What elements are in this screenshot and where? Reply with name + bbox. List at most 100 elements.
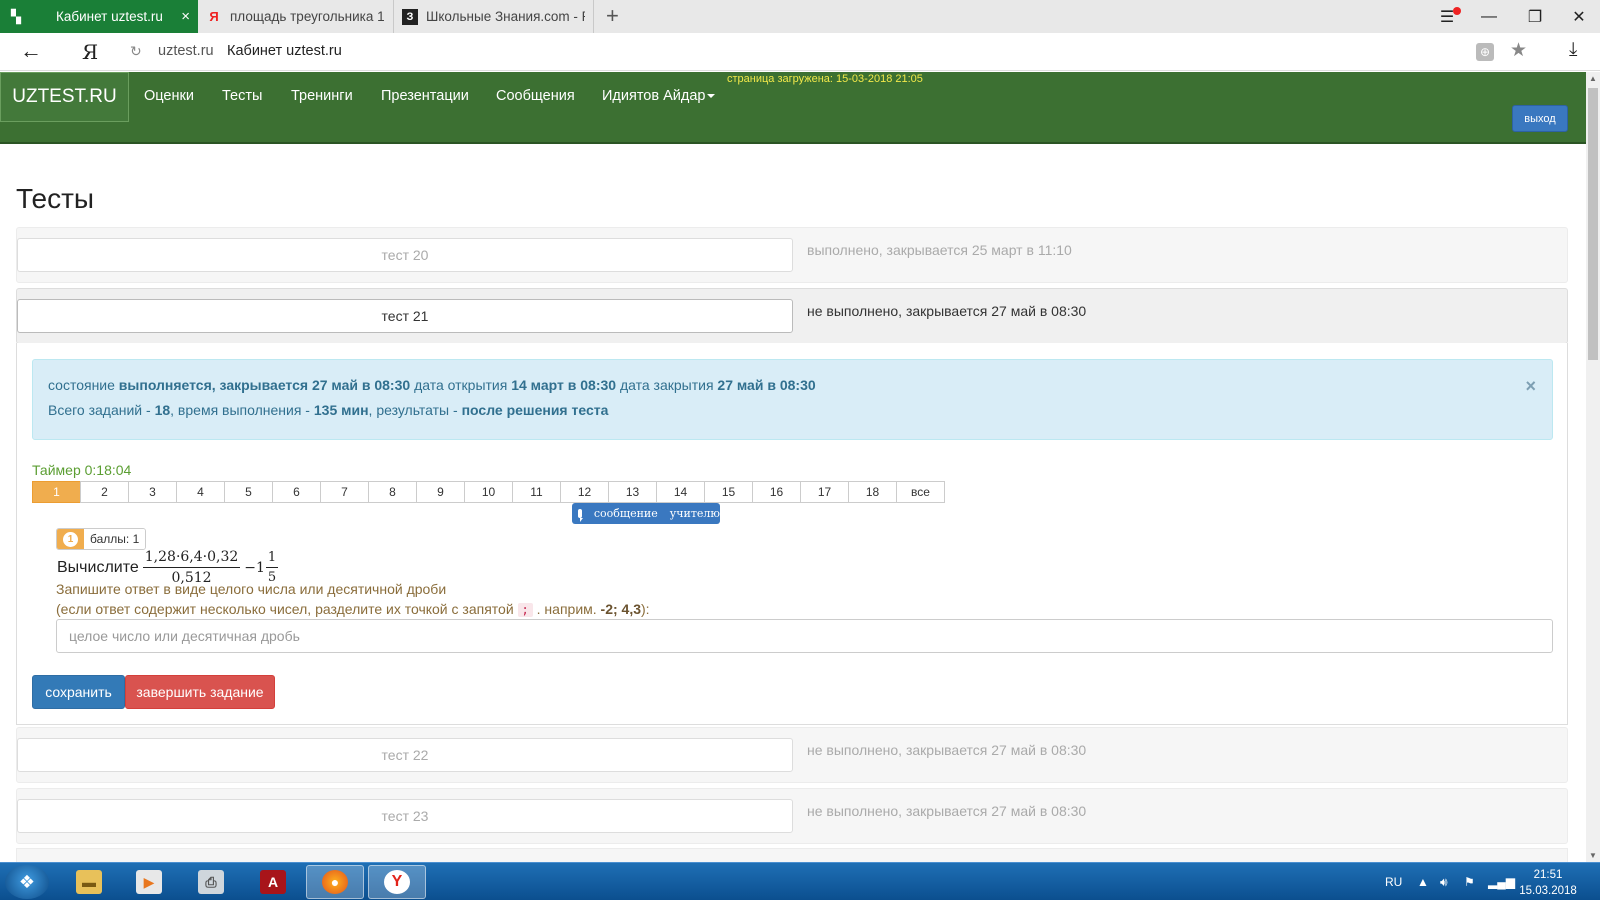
pager-item[interactable]: 7	[320, 481, 369, 503]
new-tab-button[interactable]: +	[606, 3, 619, 29]
close-icon[interactable]: ×	[181, 8, 190, 25]
state-value: выполняется, закрывается 27 май в 08:30	[118, 377, 411, 393]
hint-text: (если ответ содержит несколько чисел, ра…	[56, 601, 514, 617]
close-icon[interactable]: ×	[1525, 376, 1536, 397]
test-row-21: тест 21 не выполнено, закрывается 27 май…	[16, 288, 1568, 344]
yandex-home-icon[interactable]: Я	[82, 40, 98, 64]
url-host[interactable]: uztest.ru	[158, 43, 214, 59]
pager-item[interactable]: 17	[800, 481, 849, 503]
answer-hint-2: (если ответ содержит несколько чисел, ра…	[56, 601, 650, 617]
taskbar-yandex-browser[interactable]: Y	[368, 865, 426, 899]
url-page-title[interactable]: Кабинет uztest.ru	[227, 43, 342, 59]
volume-icon[interactable]: 🔊︎	[1440, 875, 1448, 890]
vertical-scrollbar[interactable]: ▲ ▼	[1586, 72, 1600, 862]
browser-menu-icon[interactable]: ☰	[1424, 0, 1470, 33]
taskbar-media-player[interactable]: ▶	[120, 865, 178, 899]
start-button-icon[interactable]: ❖	[5, 865, 49, 899]
nav-user-menu[interactable]: Идиятов Айдар	[602, 88, 716, 104]
reload-icon[interactable]: ↻	[130, 43, 142, 60]
scrollbar-thumb[interactable]	[1588, 88, 1598, 360]
pager-item[interactable]: 3	[128, 481, 177, 503]
question-number-badge: 1	[57, 529, 84, 549]
finish-task-button[interactable]: завершить задание	[125, 675, 275, 709]
results-value: после решения теста	[461, 402, 609, 418]
tab-uztest[interactable]: ▚ Кабинет uztest.ru ×	[0, 0, 198, 33]
hint-text: ):	[641, 601, 650, 617]
pager-item[interactable]: 10	[464, 481, 513, 503]
page-title: Тесты	[16, 183, 95, 214]
media-player-icon: ▶	[136, 870, 162, 894]
clock-date: 15.03.2018	[1519, 885, 1577, 897]
user-name: Идиятов Айдар	[602, 88, 706, 104]
bookmark-star-icon[interactable]: ★	[1510, 39, 1527, 62]
test-button[interactable]: тест 21	[17, 299, 793, 333]
question-prompt: Вычислите	[57, 558, 139, 576]
brand-logo[interactable]: UZTEST.RU	[0, 72, 129, 122]
nav-grades[interactable]: Оценки	[144, 88, 194, 104]
chat-bubble-icon	[578, 509, 583, 522]
open-value: 14 март в 08:30	[511, 377, 617, 393]
restore-icon[interactable]: ❐	[1512, 0, 1558, 33]
protect-icon[interactable]: ⊕	[1476, 43, 1494, 61]
test-button[interactable]: тест 23	[17, 799, 793, 833]
taskbar-firefox[interactable]: ●	[306, 865, 364, 899]
address-bar: ← Я ↻ uztest.ru Кабинет uztest.ru ⊕ ★ ⤓	[0, 33, 1600, 71]
pager-item[interactable]: 18	[848, 481, 897, 503]
tab-title: Школьные Знания.com - Ре	[426, 9, 585, 24]
tray-expand-icon[interactable]: ▲	[1417, 875, 1429, 889]
time-label: , время выполнения -	[170, 402, 310, 418]
time-value: 135 мин	[313, 402, 369, 418]
mixed-numerator: 1	[265, 550, 279, 568]
pager-item-all[interactable]: все	[896, 481, 945, 503]
pager-item[interactable]: 11	[512, 481, 561, 503]
back-arrow-icon[interactable]: ←	[20, 38, 42, 64]
pager-item[interactable]: 16	[752, 481, 801, 503]
download-icon[interactable]: ⤓	[1569, 39, 1577, 61]
pager-item[interactable]: 8	[368, 481, 417, 503]
znanija-favicon-icon: З	[402, 8, 418, 25]
action-center-flag-icon[interactable]: ⚑	[1464, 875, 1475, 889]
test-info-alert: состояние выполняется, закрывается 27 ма…	[32, 359, 1553, 440]
nav-tests[interactable]: Тесты	[222, 88, 262, 104]
window-close-icon[interactable]: ✕	[1556, 0, 1600, 33]
logout-button[interactable]: выход	[1512, 105, 1568, 132]
test-button[interactable]: тест 22	[17, 738, 793, 772]
pager-item[interactable]: 2	[80, 481, 129, 503]
scroll-up-icon[interactable]: ▲	[1589, 74, 1597, 83]
minimize-icon[interactable]: —	[1466, 0, 1512, 33]
pager-item[interactable]: 1	[32, 481, 81, 503]
total-label: Всего заданий -	[48, 402, 151, 418]
save-button[interactable]: сохранить	[32, 675, 125, 709]
pager-item[interactable]: 15	[704, 481, 753, 503]
taskbar-explorer[interactable]: ▬	[60, 865, 118, 899]
test-button[interactable]: тест 20	[17, 238, 793, 272]
message-teacher-button[interactable]: сообщение учителю	[572, 503, 720, 524]
test-status: не выполнено, закрывается 27 май в 08:30	[807, 803, 1087, 819]
tab-yandex-search[interactable]: Я площадь треугольника 135	[198, 0, 394, 33]
firefox-icon: ●	[322, 870, 348, 894]
taskbar-pdf-reader[interactable]: A	[244, 865, 302, 899]
pager-item[interactable]: 12	[560, 481, 609, 503]
nav-trainings[interactable]: Тренинги	[291, 88, 353, 104]
tab-title: Кабинет uztest.ru	[56, 9, 163, 24]
hint-text: . наприм.	[536, 601, 597, 617]
network-signal-icon[interactable]: ▂▄▆	[1488, 875, 1515, 889]
pager-item[interactable]: 14	[656, 481, 705, 503]
timer: Таймер 0:18:04	[32, 462, 132, 478]
language-indicator[interactable]: RU	[1385, 875, 1402, 889]
pager-item[interactable]: 5	[224, 481, 273, 503]
nav-messages[interactable]: Сообщения	[496, 88, 575, 104]
open-label: дата открытия	[414, 377, 508, 393]
tab-znanija[interactable]: З Школьные Знания.com - Ре	[394, 0, 594, 33]
pager-item[interactable]: 9	[416, 481, 465, 503]
state-label: состояние	[48, 377, 115, 393]
pager-item[interactable]: 4	[176, 481, 225, 503]
answer-input[interactable]	[56, 619, 1553, 653]
system-clock[interactable]: 21:51 15.03.2018	[1518, 867, 1578, 899]
nav-presentations[interactable]: Презентации	[381, 88, 469, 104]
scroll-down-icon[interactable]: ▼	[1589, 851, 1597, 860]
test-row-23: тест 23 не выполнено, закрывается 27 май…	[16, 788, 1568, 844]
taskbar-printer[interactable]: ⎙	[182, 865, 240, 899]
pager-item[interactable]: 6	[272, 481, 321, 503]
pager-item[interactable]: 13	[608, 481, 657, 503]
